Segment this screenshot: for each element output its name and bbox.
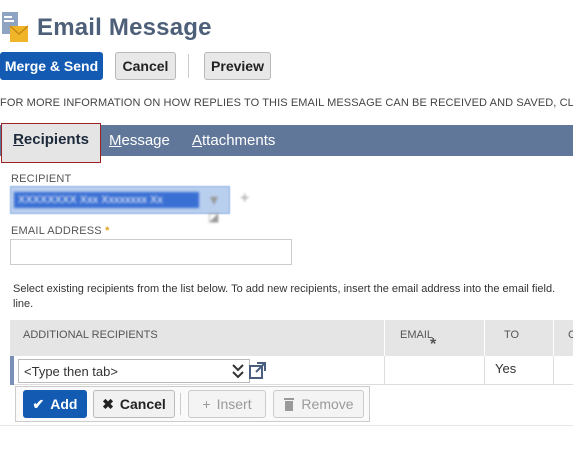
email-address-label-text: EMAIL ADDRESS (11, 225, 102, 237)
row-marker (10, 356, 14, 385)
tab-attachments-mnemonic: A (192, 132, 203, 149)
tab-recipients-label: ecipients (23, 130, 89, 148)
cancel-button[interactable]: Cancel (115, 52, 176, 80)
tab-message-mnemonic: M (109, 132, 122, 149)
insert-row-button[interactable]: + Insert (188, 390, 266, 418)
column-divider (384, 320, 385, 356)
remove-row-button[interactable]: Remove (273, 390, 364, 418)
add-label: Add (50, 396, 78, 412)
column-divider (484, 320, 485, 356)
tab-message-label: essage (121, 132, 170, 149)
required-mark: * (105, 225, 110, 237)
recipient-field[interactable]: XXXXXXXX Xxx Xxxxxxxx Xx (10, 186, 230, 214)
tab-attachments-label: ttachments (202, 132, 276, 149)
info-notice: FOR MORE INFORMATION ON HOW REPLIES TO T… (0, 97, 573, 109)
column-divider (553, 320, 554, 356)
x-icon: ✖ (102, 395, 114, 412)
add-row-button[interactable]: ✔ Add (23, 390, 87, 418)
column-header-additional-recipients: ADDITIONAL RECIPIENTS (23, 329, 158, 341)
tab-attachments[interactable]: Attachments (192, 125, 275, 156)
trash-icon (284, 398, 295, 411)
preview-button[interactable]: Preview (204, 52, 271, 80)
recipient-combo-input[interactable]: <Type then tab> (18, 359, 250, 383)
tab-message[interactable]: Message (109, 125, 170, 156)
email-document-icon (2, 12, 28, 42)
tab-recipients[interactable]: Recipients (1, 123, 101, 163)
cell-divider (553, 356, 554, 385)
merge-send-button[interactable]: Merge & Send (0, 52, 103, 80)
divider (0, 425, 573, 426)
email-address-input[interactable] (10, 239, 292, 265)
cancel-row-button[interactable]: ✖ Cancel (93, 390, 175, 418)
row-action-bar: ✔ Add ✖ Cancel + Insert Remove (15, 386, 370, 422)
remove-label: Remove (301, 396, 354, 412)
cell-divider (384, 356, 385, 385)
column-header-to: TO (504, 329, 520, 341)
page-header: Email Message (0, 10, 573, 44)
page-title: Email Message (37, 14, 212, 41)
column-header-email: EMAIL (400, 329, 434, 341)
open-record-icon[interactable] (248, 362, 266, 380)
double-chevron-down-icon[interactable] (231, 362, 245, 380)
add-icon[interactable]: + (240, 190, 249, 208)
link-icon[interactable]: ◪ (208, 210, 219, 224)
insert-label: Insert (216, 396, 252, 412)
recipients-grid-header: ADDITIONAL RECIPIENTS EMAIL * TO C (10, 320, 573, 356)
check-icon: ✔ (32, 395, 45, 412)
plus-icon: + (202, 396, 211, 412)
column-header-cc: C (568, 329, 573, 341)
cancel-row-label: Cancel (119, 396, 166, 412)
tab-recipients-mnemonic: R (13, 130, 24, 148)
cell-divider (484, 356, 485, 385)
to-cell[interactable]: Yes (495, 361, 516, 376)
dropdown-icon[interactable]: ▾ (210, 190, 218, 210)
email-required-mark: * (430, 336, 437, 353)
email-address-label: EMAIL ADDRESS * (11, 225, 110, 237)
action-divider (180, 393, 181, 415)
toolbar-divider (188, 54, 189, 78)
combo-placeholder: <Type then tab> (24, 364, 118, 379)
table-row[interactable]: <Type then tab> Yes (10, 356, 573, 385)
subtab-bar: Recipients Message Attachments (0, 123, 573, 163)
recipient-value: XXXXXXXX Xxx Xxxxxxxx Xx (14, 192, 199, 208)
recipient-label: RECIPIENT (11, 173, 72, 185)
help-text: Select existing recipients from the list… (13, 283, 556, 310)
